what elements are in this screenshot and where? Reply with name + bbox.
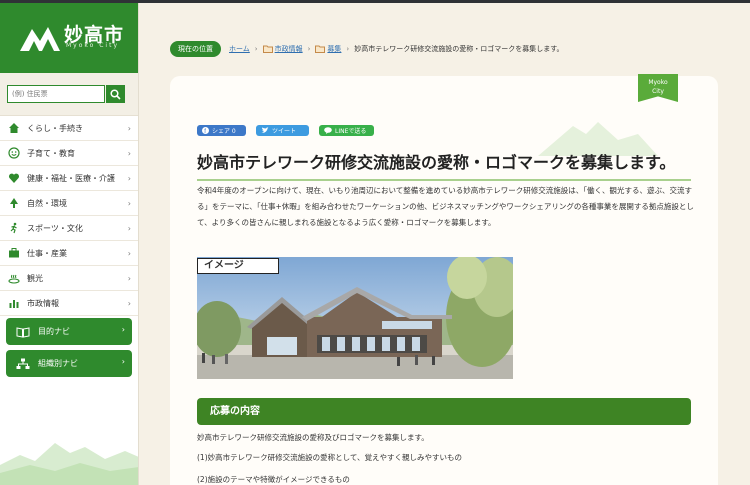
- chevron-right-icon: ›: [127, 224, 131, 233]
- folder-icon: [315, 45, 326, 53]
- menu-label: 観光: [27, 273, 43, 283]
- runner-icon: [7, 222, 20, 235]
- image-caption: イメージ: [197, 258, 279, 274]
- menu-item-sports[interactable]: スポーツ・文化 ›: [0, 216, 138, 241]
- body-text: 妙高市テレワーク研修交流施設の愛称及びロゴマークを募集します。: [197, 433, 429, 442]
- search-area: [0, 73, 138, 116]
- chevron-right-icon: ›: [127, 299, 131, 308]
- line-icon: [324, 127, 332, 134]
- smile-icon: [7, 147, 20, 160]
- body-text: (2)施設のテーマや特徴がイメージできるもの: [197, 475, 350, 484]
- onsen-icon: [7, 272, 20, 285]
- line-share-label: LINEで送る: [335, 128, 367, 135]
- menu-label: スポーツ・文化: [27, 223, 83, 233]
- breadcrumb-separator: ›: [254, 44, 258, 53]
- breadcrumb-separator: ›: [346, 44, 350, 53]
- menu-item-kenko[interactable]: 健康・福祉・医療・介護 ›: [0, 166, 138, 191]
- breadcrumb-boshu[interactable]: 募集: [327, 44, 341, 54]
- breadcrumb-current-page: 妙高市テレワーク研修交流施設の愛称・ロゴマークを募集します。: [354, 44, 564, 53]
- org-navi-label: 組織別ナビ: [38, 359, 78, 368]
- tree-icon: [7, 197, 20, 210]
- facebook-share-label: シェア 0: [212, 128, 236, 135]
- chevron-right-icon: ›: [127, 199, 131, 208]
- mountain-logo-icon: [20, 27, 60, 51]
- search-input[interactable]: [7, 85, 105, 103]
- menu-label: 仕事・産業: [27, 248, 67, 258]
- org-navi-button[interactable]: 組織別ナビ ›: [6, 350, 132, 377]
- chevron-right-icon: ›: [127, 249, 131, 258]
- purpose-navi-button[interactable]: 目的ナビ ›: [6, 318, 132, 345]
- line-share-button[interactable]: LINEで送る: [319, 125, 374, 136]
- body-text: (1)妙高市テレワーク研修交流施設の愛称として、覚えやすく親しみやすいもの: [197, 453, 463, 462]
- chevron-right-icon: ›: [127, 274, 131, 283]
- facebook-icon: f: [202, 127, 209, 134]
- tag-line-1: Myoko: [648, 79, 668, 86]
- chevron-right-icon: ›: [127, 149, 131, 158]
- page-title: 妙高市テレワーク研修交流施設の愛称・ロゴマークを募集します。: [197, 149, 691, 181]
- house-icon: [7, 122, 20, 135]
- tag-line-2: City: [652, 88, 664, 95]
- share-buttons: f シェア 0 ツイート LINEで送る: [197, 125, 374, 136]
- mountain-decoration: [0, 443, 138, 485]
- menu-item-shigoto[interactable]: 仕事・産業 ›: [0, 241, 138, 266]
- twitter-share-button[interactable]: ツイート: [256, 125, 309, 136]
- search-button[interactable]: [106, 85, 125, 103]
- bar-chart-icon: [7, 297, 20, 310]
- menu-item-shizen[interactable]: 自然・環境 ›: [0, 191, 138, 216]
- menu-item-kurashi[interactable]: くらし・手続き ›: [0, 116, 138, 141]
- briefcase-icon: [7, 247, 20, 260]
- purpose-navi-label: 目的ナビ: [38, 327, 70, 336]
- breadcrumb: 現在の位置 ホーム › 市政情報 › 募集 › 妙高市テレワーク研修交流施設の愛…: [170, 40, 564, 57]
- site-logo[interactable]: 妙高市 Myoko City: [0, 3, 138, 73]
- book-icon: [16, 326, 30, 338]
- breadcrumb-current-label: 現在の位置: [170, 40, 221, 57]
- org-chart-icon: [16, 358, 30, 370]
- heart-icon: [7, 172, 20, 185]
- menu-label: 市政情報: [27, 298, 59, 308]
- menu-item-kosodate[interactable]: 子育て・教育 ›: [0, 141, 138, 166]
- menu-label: 健康・福祉・医療・介護: [27, 173, 115, 183]
- breadcrumb-shisei[interactable]: 市政情報: [275, 44, 303, 54]
- breadcrumb-home[interactable]: ホーム: [229, 44, 250, 54]
- menu-label: 自然・環境: [27, 198, 67, 208]
- main-content: f シェア 0 ツイート LINEで送る 妙高市テレワーク研修交流施設の愛称・ロ…: [170, 76, 718, 485]
- chevron-right-icon: ›: [121, 357, 125, 366]
- menu-item-kanko[interactable]: 観光 ›: [0, 266, 138, 291]
- logo-subtitle: Myoko City: [66, 42, 119, 49]
- category-menu: くらし・手続き › 子育て・教育 › 健康・福祉・医療・介護 › 自然・環境 ›: [0, 116, 138, 316]
- search-icon: [110, 88, 121, 100]
- sidebar: 妙高市 Myoko City くらし・手続き › 子育て・教育 ›: [0, 3, 139, 485]
- chevron-right-icon: ›: [121, 325, 125, 334]
- twitter-bird-icon: [261, 127, 269, 133]
- section-heading-application: 応募の内容: [197, 398, 691, 425]
- facility-rendering-image: [197, 257, 513, 379]
- chevron-right-icon: ›: [127, 174, 131, 183]
- facebook-share-button[interactable]: f シェア 0: [197, 125, 246, 136]
- lead-paragraph: 令和4年度のオープンに向けて、現在、いもり池周辺において整備を進めている妙高市テ…: [197, 186, 694, 227]
- menu-label: くらし・手続き: [27, 123, 83, 133]
- folder-icon: [262, 45, 273, 53]
- menu-label: 子育て・教育: [27, 148, 75, 158]
- chevron-right-icon: ›: [127, 124, 131, 133]
- menu-item-shisei[interactable]: 市政情報 ›: [0, 291, 138, 316]
- twitter-share-label: ツイート: [272, 128, 297, 135]
- breadcrumb-separator: ›: [307, 44, 311, 53]
